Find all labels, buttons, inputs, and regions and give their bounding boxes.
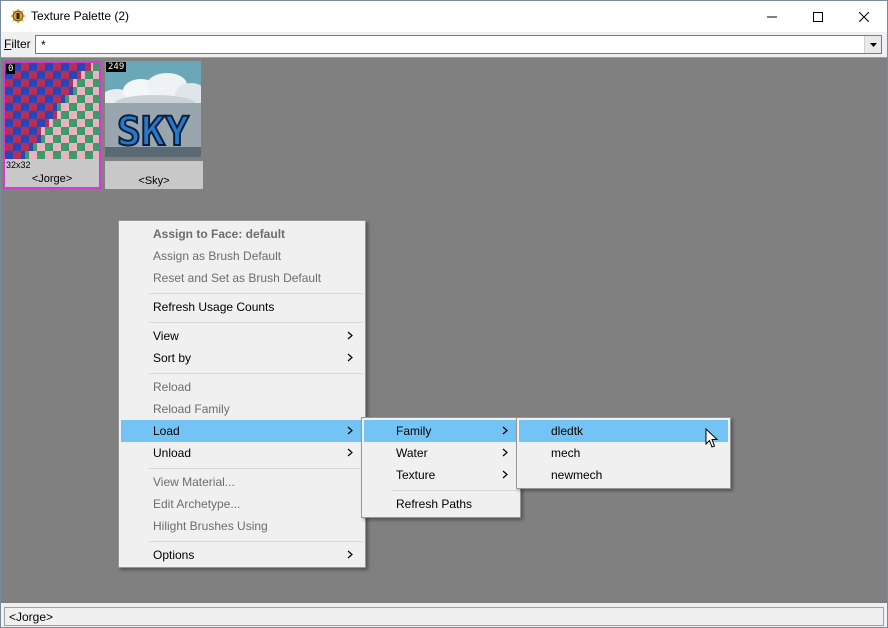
filter-dropdown-button[interactable] bbox=[864, 36, 881, 53]
texture-index-badge: 249 bbox=[106, 62, 127, 72]
menu-item-texture[interactable]: Texture bbox=[364, 464, 518, 486]
menu-item-newmech[interactable]: newmech bbox=[519, 464, 728, 486]
menu-item-assign-as-brush-default[interactable]: Assign as Brush Default bbox=[121, 245, 363, 267]
menu-item-water[interactable]: Water bbox=[364, 442, 518, 464]
chevron-down-icon bbox=[869, 42, 877, 47]
texture-caption: <Sky> bbox=[105, 161, 203, 189]
menu-item-edit-archetype[interactable]: Edit Archetype... bbox=[121, 493, 363, 515]
sky-texture-text: SKY bbox=[117, 109, 189, 155]
chevron-right-icon bbox=[347, 550, 353, 559]
close-icon bbox=[859, 11, 869, 22]
chevron-right-icon bbox=[347, 448, 353, 457]
texture-caption: 32x32 <Jorge> bbox=[5, 159, 99, 187]
menu-separator bbox=[149, 468, 363, 469]
menu-separator bbox=[392, 490, 518, 491]
load-submenu: Family Water Texture Refresh Paths bbox=[361, 417, 521, 518]
menu-separator bbox=[149, 322, 363, 323]
menu-item-mech[interactable]: mech bbox=[519, 442, 728, 464]
maximize-icon bbox=[813, 11, 823, 22]
filter-value[interactable]: * bbox=[41, 38, 46, 52]
texture-index-badge: 0 bbox=[6, 64, 16, 74]
filter-combobox[interactable]: * bbox=[35, 35, 882, 54]
chevron-right-icon bbox=[347, 331, 353, 340]
minimize-icon bbox=[767, 16, 777, 17]
texture-thumbnail-jorge[interactable]: 0 32x32 <Jorge> bbox=[3, 61, 101, 189]
menu-item-view[interactable]: View bbox=[121, 325, 363, 347]
close-button[interactable] bbox=[841, 1, 887, 32]
menu-item-view-material[interactable]: View Material... bbox=[121, 471, 363, 493]
menu-separator bbox=[149, 293, 363, 294]
menu-item-reset-and-set-brush-default[interactable]: Reset and Set as Brush Default bbox=[121, 267, 363, 289]
menu-item-dledtk[interactable]: dledtk bbox=[519, 420, 728, 442]
menu-item-sort-by[interactable]: Sort by bbox=[121, 347, 363, 369]
chevron-right-icon bbox=[347, 426, 353, 435]
status-bar: <Jorge> bbox=[1, 605, 887, 627]
mouse-cursor-icon bbox=[705, 428, 719, 448]
chevron-right-icon bbox=[502, 426, 508, 435]
maximize-button[interactable] bbox=[795, 1, 841, 32]
menu-item-load[interactable]: Load bbox=[121, 420, 363, 442]
sky-texture-image: SKY bbox=[105, 61, 203, 157]
menu-item-hilight-brushes-using[interactable]: Hilight Brushes Using bbox=[121, 515, 363, 537]
filter-label: Filter bbox=[4, 37, 31, 51]
menu-item-reload-family[interactable]: Reload Family bbox=[121, 398, 363, 420]
menu-separator bbox=[149, 541, 363, 542]
texture-image-sky: SKY bbox=[105, 61, 203, 157]
texture-name: <Sky> bbox=[138, 175, 170, 187]
chevron-right-icon bbox=[502, 470, 508, 479]
menu-item-refresh-paths[interactable]: Refresh Paths bbox=[364, 493, 518, 515]
menu-item-options[interactable]: Options bbox=[121, 544, 363, 566]
menu-item-assign-to-face[interactable]: Assign to Face: default bbox=[121, 223, 363, 245]
texture-size: 32x32 bbox=[6, 160, 31, 170]
texture-image-jorge bbox=[5, 63, 99, 159]
family-submenu: dledtk mech newmech bbox=[516, 417, 731, 489]
texture-thumbnail-sky[interactable]: SKY 249 <Sky> bbox=[105, 61, 203, 189]
menu-item-family[interactable]: Family bbox=[364, 420, 518, 442]
minimize-button[interactable] bbox=[749, 1, 795, 32]
menu-item-unload[interactable]: Unload bbox=[121, 442, 363, 464]
checker-texture-image bbox=[5, 63, 99, 159]
filter-bar: Filter * bbox=[1, 32, 887, 57]
status-text: <Jorge> bbox=[9, 610, 54, 624]
context-menu: Assign to Face: default Assign as Brush … bbox=[118, 220, 366, 568]
chevron-right-icon bbox=[502, 448, 508, 457]
title-bar[interactable]: Texture Palette (2) bbox=[1, 1, 887, 32]
app-icon bbox=[10, 8, 26, 24]
menu-separator bbox=[149, 373, 363, 374]
menu-item-reload[interactable]: Reload bbox=[121, 376, 363, 398]
chevron-right-icon bbox=[347, 353, 353, 362]
window-title: Texture Palette (2) bbox=[31, 9, 130, 23]
texture-name: <Jorge> bbox=[31, 173, 73, 185]
menu-item-refresh-usage-counts[interactable]: Refresh Usage Counts bbox=[121, 296, 363, 318]
status-field: <Jorge> bbox=[4, 607, 884, 626]
